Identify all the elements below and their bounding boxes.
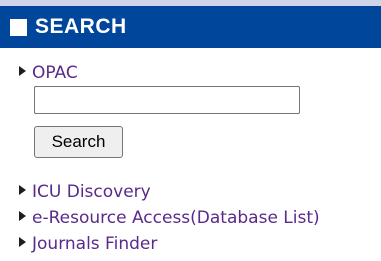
icu-discovery-label: ICU Discovery <box>32 182 151 202</box>
section-title: SEARCH <box>35 15 127 38</box>
search-panel: OPAC Search ICU Discovery e-Resource Acc… <box>0 48 381 261</box>
e-resource-access-label: e-Resource Access(Database List) <box>32 208 320 228</box>
e-resource-access-link[interactable]: e-Resource Access(Database List) <box>19 207 320 229</box>
opac-search-input[interactable] <box>34 86 300 114</box>
section-header: SEARCH <box>0 6 381 48</box>
opac-link[interactable]: OPAC <box>19 62 78 84</box>
opac-link-label: OPAC <box>32 63 78 83</box>
search-button[interactable]: Search <box>34 126 123 158</box>
triangle-right-icon <box>19 237 26 247</box>
icu-discovery-link[interactable]: ICU Discovery <box>19 181 151 203</box>
triangle-right-icon <box>19 185 26 195</box>
journals-finder-link[interactable]: Journals Finder <box>19 233 157 255</box>
journals-finder-label: Journals Finder <box>32 234 158 254</box>
triangle-right-icon <box>19 211 26 221</box>
triangle-right-icon <box>19 66 26 76</box>
square-icon <box>10 18 27 36</box>
